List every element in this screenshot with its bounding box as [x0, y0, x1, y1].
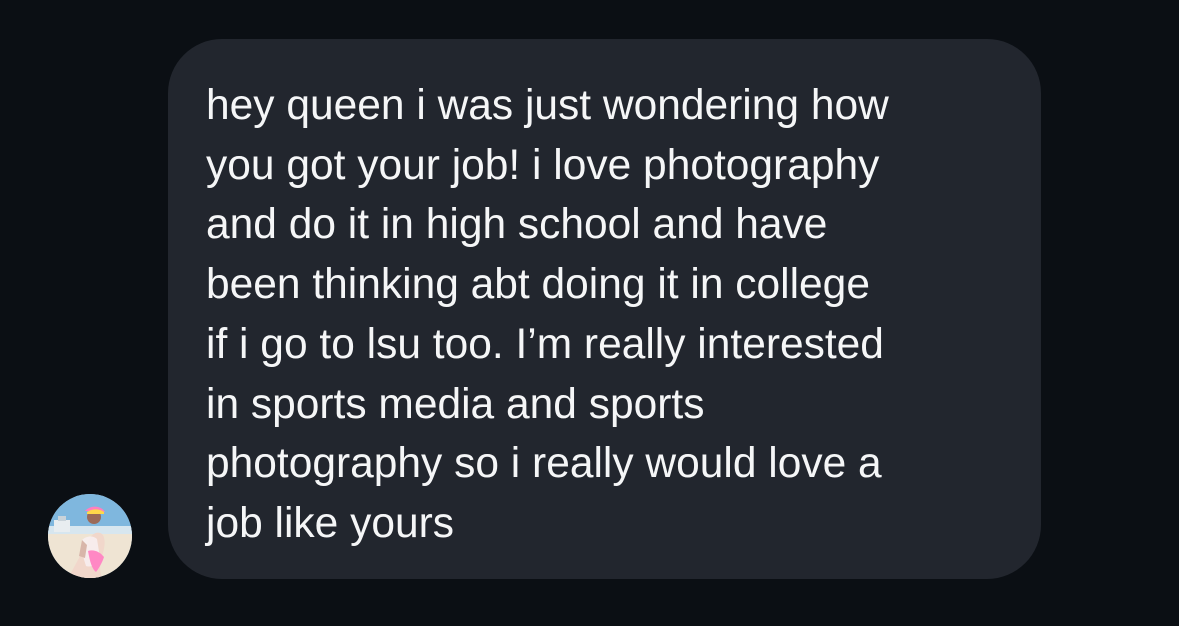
message-line: in sports media and sports: [206, 380, 705, 428]
message-line: you got your job! i love photography: [206, 141, 880, 189]
message-bubble[interactable]: hey queen i was just wondering how you g…: [168, 39, 1041, 579]
message-row: hey queen i was just wondering how you g…: [0, 0, 1179, 626]
message-line: photography so i really would love a: [206, 440, 882, 488]
message-line: and do it in high school and have: [206, 201, 828, 249]
sender-avatar[interactable]: [48, 494, 132, 578]
message-line: job like yours: [206, 499, 455, 547]
message-line: been thinking abt doing it in college: [206, 261, 870, 309]
message-line: if i go to lsu too. I’m really intereste…: [206, 320, 884, 368]
message-text: hey queen i was just wondering how you g…: [206, 76, 1011, 554]
avatar-photo-icon: [48, 494, 132, 578]
message-line: hey queen i was just wondering how: [206, 82, 889, 129]
